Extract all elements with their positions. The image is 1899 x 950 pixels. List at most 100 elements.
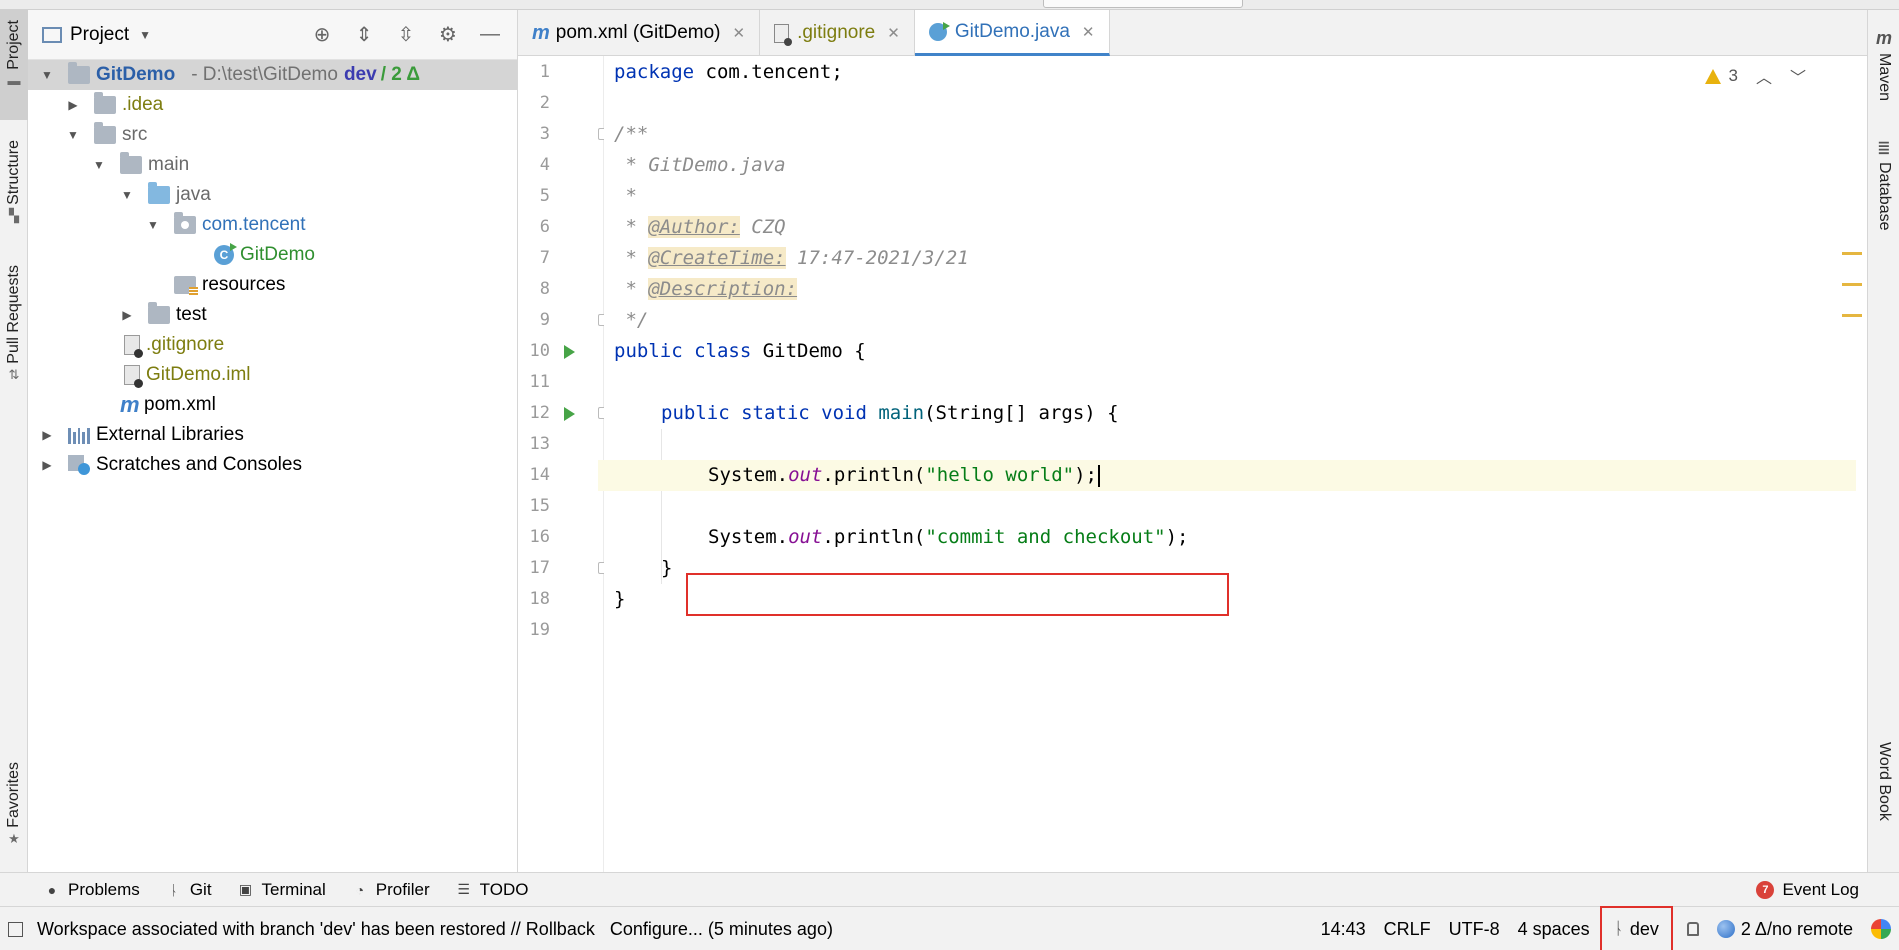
lock-icon[interactable] <box>1686 922 1699 936</box>
tab-favorites-label: Favorites <box>5 762 22 828</box>
tree-item-gitdemo-class[interactable]: C GitDemo <box>28 240 517 270</box>
package-icon <box>174 212 196 234</box>
code-line-17: } <box>661 557 673 579</box>
tree-item-java[interactable]: ▼ java <box>28 180 517 210</box>
tree-item-label: test <box>176 304 207 325</box>
tree-item-pom-xml[interactable]: m pom.xml <box>28 390 517 420</box>
tree-item-test[interactable]: ▶ test <box>28 300 517 330</box>
code-line-1: package com.tencent; <box>614 61 843 83</box>
warning-stripe[interactable] <box>1842 252 1862 255</box>
line-number: 13 <box>529 434 550 454</box>
chevron-up-icon[interactable]: ︿ <box>1756 64 1772 88</box>
code-line-5: * <box>614 185 637 207</box>
line-number: 2 <box>539 93 550 113</box>
folder-icon: ▬ <box>7 73 21 89</box>
indent-setting[interactable]: 4 spaces <box>1518 919 1590 940</box>
tool-todo[interactable]: ☰ TODO <box>456 880 528 900</box>
code-line-9: */ <box>614 309 649 331</box>
todo-list-icon: ☰ <box>457 881 470 897</box>
tree-item-scratches[interactable]: ▶ Scratches and Consoles <box>28 450 517 480</box>
chevron-right-icon[interactable]: ▶ <box>40 420 54 450</box>
gear-icon[interactable]: ⚙ <box>435 22 461 48</box>
remote-status[interactable]: 2 Δ/no remote <box>1716 919 1853 940</box>
tree-item-com-tencent[interactable]: ▼ com.tencent <box>28 210 517 240</box>
tab-maven[interactable]: m Maven <box>1868 28 1899 128</box>
status-message[interactable]: Workspace associated with branch 'dev' h… <box>37 919 833 940</box>
close-icon[interactable]: ✕ <box>1082 23 1095 41</box>
tab-structure[interactable]: Structure ▚ <box>0 140 28 250</box>
tab-label: .gitignore <box>797 22 876 43</box>
chevron-down-icon[interactable]: ﹀ <box>1790 64 1806 88</box>
chevron-down-icon[interactable]: ▼ <box>40 60 54 90</box>
folder-icon <box>94 92 116 114</box>
warning-stripe[interactable] <box>1842 314 1862 317</box>
tool-profiler[interactable]: ◔ Profiler <box>352 880 430 900</box>
line-separator[interactable]: CRLF <box>1384 919 1431 940</box>
close-icon[interactable]: ✕ <box>887 24 900 42</box>
tab-database-label: Database <box>1876 162 1893 231</box>
hide-icon[interactable]: — <box>477 22 503 48</box>
chevron-right-icon[interactable]: ▶ <box>66 90 80 120</box>
globe-icon <box>1716 920 1735 938</box>
code-editor[interactable]: package com.tencent; /** * GitDemo.java … <box>598 56 1862 872</box>
tool-git[interactable]: ᚿ Git <box>166 880 212 900</box>
tree-item-gitignore[interactable]: .gitignore <box>28 330 517 360</box>
chevron-down-icon[interactable]: ▼ <box>66 120 80 150</box>
tab-gitignore[interactable]: .gitignore ✕ <box>760 10 915 56</box>
main-toolbar <box>0 0 1899 10</box>
tab-pom-xml[interactable]: m pom.xml (GitDemo) ✕ <box>518 10 761 56</box>
tree-item-src[interactable]: ▼ src <box>28 120 517 150</box>
tool-problems[interactable]: ● Problems <box>44 880 140 900</box>
chevron-down-icon[interactable]: ▼ <box>139 28 151 42</box>
line-number: 5 <box>539 186 550 206</box>
tab-pull-requests[interactable]: Pull Requests ⇅ <box>0 265 28 405</box>
tree-item-gitdemo[interactable]: ▼ GitDemo - D:\test\GitDemo dev / 2 Δ <box>28 60 517 90</box>
highlight-annotation <box>686 573 1229 616</box>
toggle-tool-windows-icon[interactable] <box>8 921 23 937</box>
event-log-button[interactable]: 7 Event Log <box>1756 873 1859 907</box>
inspection-widget[interactable]: 3 ︿ ﹀ <box>1704 64 1806 88</box>
tab-gitdemo-java[interactable]: GitDemo.java ✕ <box>914 10 1110 56</box>
chevron-down-icon[interactable]: ▼ <box>120 180 134 210</box>
code-line-3: /** <box>614 123 649 145</box>
chevron-down-icon[interactable]: ▼ <box>146 210 160 240</box>
tree-item-label: java <box>176 184 211 205</box>
git-branch-widget[interactable]: ᚿ dev <box>1599 906 1673 950</box>
chevron-down-icon[interactable]: ▼ <box>92 150 106 180</box>
collapse-all-icon[interactable]: ⇳ <box>393 22 419 48</box>
event-count-badge: 7 <box>1756 881 1775 899</box>
terminal-icon: ▣ <box>238 881 253 897</box>
chevron-right-icon[interactable]: ▶ <box>120 300 134 330</box>
tab-database[interactable]: ≣ Database <box>1868 138 1899 258</box>
chevron-right-icon[interactable]: ▶ <box>40 450 54 480</box>
tree-item-label: .gitignore <box>146 334 225 355</box>
run-configuration-selector[interactable] <box>1043 0 1243 8</box>
problems-icon: ● <box>47 881 57 898</box>
locate-icon[interactable]: ⊕ <box>309 22 335 48</box>
gitignore-file-icon <box>774 23 793 46</box>
project-panel-title[interactable]: Project <box>70 24 129 46</box>
module-folder-icon <box>68 62 90 84</box>
tab-project[interactable]: Project ▬ <box>0 10 28 120</box>
expand-all-icon[interactable]: ⇕ <box>351 22 377 48</box>
java-class-icon <box>928 21 950 41</box>
google-icon[interactable] <box>1871 919 1891 939</box>
code-line-7: * @CreateTime: 17:47-2021/3/21 <box>614 247 969 269</box>
right-tool-strip: m Maven ≣ Database Word Book <box>1867 10 1899 872</box>
run-main-icon[interactable] <box>564 407 575 421</box>
tree-item-resources[interactable]: resources <box>28 270 517 300</box>
caret-position[interactable]: 14:43 <box>1321 919 1366 940</box>
tree-item-external-libraries[interactable]: ▶ External Libraries <box>28 420 517 450</box>
close-icon[interactable]: ✕ <box>732 24 745 42</box>
tab-favorites[interactable]: Favorites ★ <box>0 762 28 872</box>
run-class-icon[interactable] <box>564 345 575 359</box>
warning-stripe[interactable] <box>1842 283 1862 286</box>
tree-item-main[interactable]: ▼ main <box>28 150 517 180</box>
file-encoding[interactable]: UTF-8 <box>1449 919 1500 940</box>
line-number: 11 <box>529 372 550 392</box>
tree-item-gitdemo-iml[interactable]: GitDemo.iml <box>28 360 517 390</box>
line-number: 15 <box>529 496 550 516</box>
tool-terminal[interactable]: ▣ Terminal <box>238 880 326 900</box>
tab-word-book[interactable]: Word Book <box>1868 742 1899 862</box>
tree-item-idea[interactable]: ▶ .idea <box>28 90 517 120</box>
